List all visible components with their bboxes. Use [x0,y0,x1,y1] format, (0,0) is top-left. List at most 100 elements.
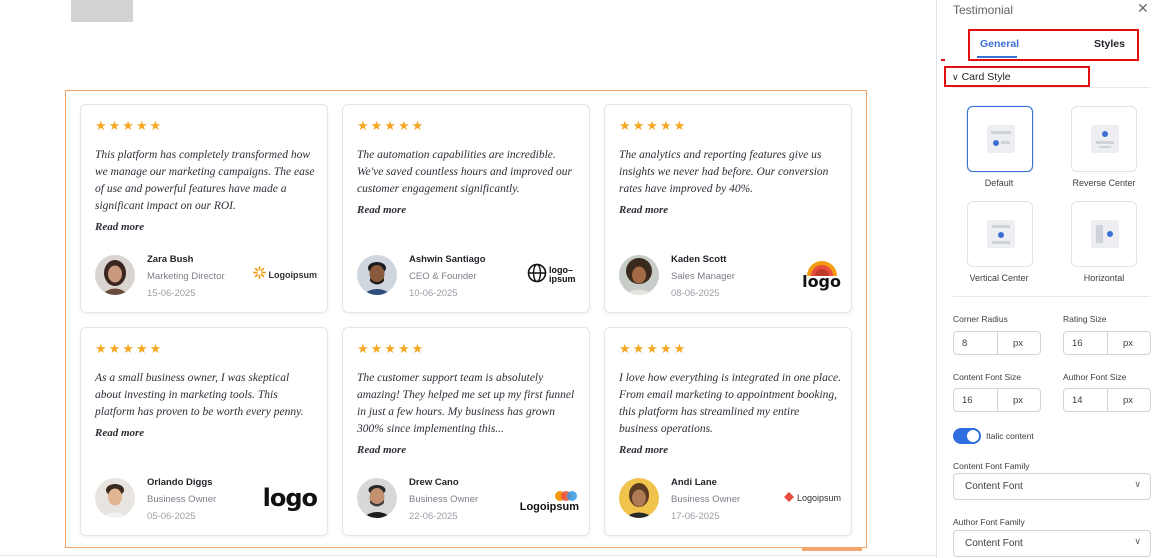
avatar [95,478,135,518]
author-font-family-select[interactable]: Content Font ∨ [953,530,1151,557]
toggle-knob [967,430,979,442]
author-date: 15-06-2025 [147,288,196,299]
author-role: Marketing Director [147,271,225,282]
testimonial-card[interactable]: ★★★★★ The analytics and reporting featur… [604,104,852,313]
settings-panel: Testimonial ✕ General Styles ∨ Card Style… [936,0,1158,558]
image-placeholder[interactable] [71,0,133,22]
author-role: Business Owner [147,494,217,505]
author-font-size-label: Author Font Size [1063,372,1127,382]
brand-name: Logoipsum [519,501,579,513]
rating-stars: ★★★★★ [357,119,426,134]
card-style-horizontal[interactable] [1071,201,1137,267]
selection-handle[interactable] [802,547,862,551]
divider [953,296,1150,297]
diamond-logo-icon [783,489,794,507]
company-logo: Logoipsum [520,483,579,513]
corner-radius-input[interactable]: 8 px [953,331,1041,355]
author-block: Zara Bush Marketing Director 15-06-2025 … [95,252,317,299]
card-style-vertical-center[interactable] [967,201,1033,267]
active-tab-indicator [977,56,1017,58]
author-name: Orlando Diggs [147,477,213,488]
rating-size-value[interactable]: 16 [1072,338,1083,349]
card-style-label: Reverse Center [1072,178,1136,188]
author-role: Business Owner [409,494,479,505]
author-name: Ashwin Santiago [409,254,486,265]
testimonial-card[interactable]: ★★★★★ The customer support team is absol… [342,327,590,536]
quote-text: The analytics and reporting features giv… [619,149,829,195]
author-font-size-value[interactable]: 14 [1072,395,1083,406]
company-logo: logo [802,260,841,291]
content-font-family-select[interactable]: Content Font ∨ [953,473,1151,500]
unit-label[interactable]: px [1013,395,1023,406]
read-more-link[interactable]: Read more [357,442,579,459]
section-title: Card Style [961,71,1011,83]
unit-label[interactable]: px [1123,395,1133,406]
unit-label[interactable]: px [1123,338,1133,349]
rating-stars: ★★★★★ [95,342,164,357]
corner-radius-label: Corner Radius [953,314,1008,324]
read-more-link[interactable]: Read more [619,442,841,459]
rating-size-input[interactable]: 16 px [1063,331,1151,355]
quote-text: I love how everything is integrated in o… [619,372,841,435]
close-icon[interactable]: ✕ [1137,1,1149,17]
brand-name: logo [262,484,318,512]
author-date: 05-06-2025 [147,511,196,522]
chevron-down-icon: ∨ [1134,537,1141,547]
author-block: Kaden Scott Sales Manager 08-06-2025 log… [619,252,841,299]
author-name: Drew Cano [409,477,459,488]
card-style-label: Horizontal [1083,273,1125,283]
italic-content-label: Italic content [986,431,1034,441]
tab-styles[interactable]: Styles [1094,38,1125,50]
author-font-size-input[interactable]: 14 px [1063,388,1151,412]
avatar [357,478,397,518]
content-font-size-label: Content Font Size [953,372,1022,382]
read-more-link[interactable]: Read more [357,202,579,219]
card-style-section-header[interactable]: ∨ Card Style [944,66,1090,87]
quote-text: As a small business owner, I was skeptic… [95,372,304,418]
vertical-center-layout-icon [987,220,1015,248]
testimonial-quote: The analytics and reporting features giv… [619,147,841,219]
quote-text: The customer support team is absolutely … [357,372,575,435]
input-separator [1107,389,1108,411]
testimonial-card[interactable]: ★★★★★ I love how everything is integrate… [604,327,852,536]
globe-logo-icon [527,263,547,288]
rating-stars: ★★★★★ [619,342,688,357]
brand-name: logo [802,271,841,291]
sunburst-logo-icon [252,266,266,284]
testimonial-card[interactable]: ★★★★★ The automation capabilities are in… [342,104,590,313]
tab-general[interactable]: General [980,38,1019,50]
reverse-center-layout-icon [1091,125,1119,153]
unit-label[interactable]: px [1013,338,1023,349]
read-more-link[interactable]: Read more [95,425,317,442]
rating-stars: ★★★★★ [95,119,164,134]
brand-name: Logoipsum [796,493,841,503]
canvas-divider [0,555,936,556]
horizontal-layout-icon [1091,220,1119,248]
author-block: Ashwin Santiago CEO & Founder 10-06-2025… [357,252,579,299]
author-date: 08-06-2025 [671,288,720,299]
author-role: Sales Manager [671,271,735,282]
testimonial-quote: The customer support team is absolutely … [357,370,579,459]
read-more-link[interactable]: Read more [619,202,841,219]
input-separator [1107,332,1108,354]
author-date: 17-06-2025 [671,511,720,522]
chevron-down-icon: ∨ [952,73,959,83]
italic-content-toggle[interactable] [953,428,981,444]
card-style-default[interactable] [967,106,1033,172]
avatar [357,255,397,295]
card-style-reverse-center[interactable] [1071,106,1137,172]
author-date: 22-06-2025 [409,511,458,522]
testimonial-card[interactable]: ★★★★★ As a small business owner, I was s… [80,327,328,536]
content-font-size-value[interactable]: 16 [962,395,973,406]
testimonial-card[interactable]: ★★★★★ This platform has completely trans… [80,104,328,313]
avatar [619,255,659,295]
read-more-link[interactable]: Read more [95,219,317,236]
author-font-family-label: Author Font Family [953,517,1025,527]
quote-text: The automation capabilities are incredib… [357,149,572,195]
testimonial-quote: As a small business owner, I was skeptic… [95,370,317,442]
author-name: Zara Bush [147,254,194,265]
corner-radius-value[interactable]: 8 [962,338,967,349]
content-font-size-input[interactable]: 16 px [953,388,1041,412]
company-logo: Logoipsum [783,483,841,513]
panel-title: Testimonial [953,3,1014,17]
